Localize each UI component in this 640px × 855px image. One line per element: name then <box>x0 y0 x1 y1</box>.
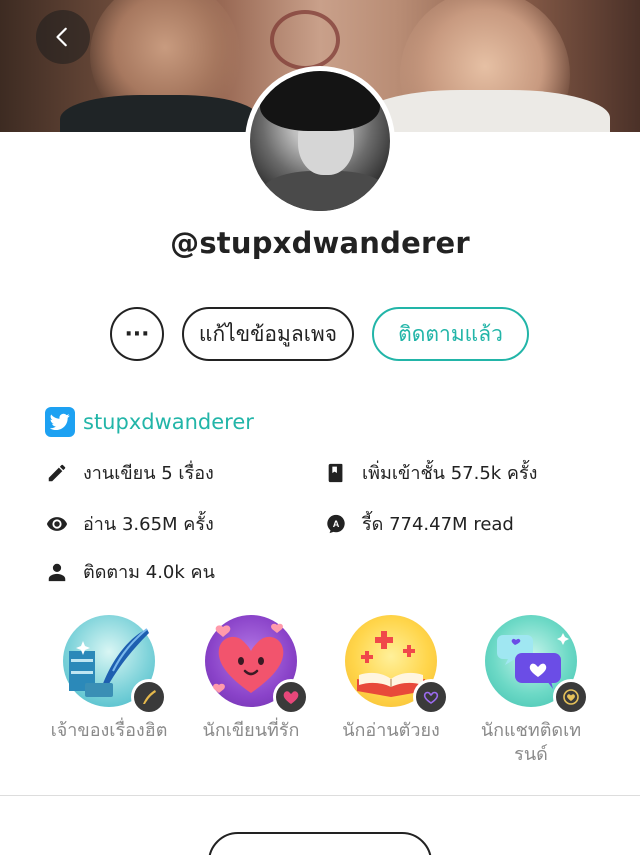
badge-label: นักเขียนที่รัก <box>202 720 300 741</box>
more-icon: ··· <box>124 321 150 347</box>
badge-trending-chatter[interactable]: นักแชทติดเทรนด์ <box>466 615 596 767</box>
chat-icon <box>485 615 589 715</box>
section-divider <box>0 795 640 796</box>
badge-beloved-writer[interactable]: นักเขียนที่รัก <box>186 615 316 743</box>
stat-reads: A รี้ด 774.47M read <box>324 509 514 538</box>
read-badge-icon: A <box>324 512 348 536</box>
stat-library-text: เพิ่มเข้าชั้น 57.5k ครั้ง <box>362 463 538 484</box>
pencil-icon <box>45 461 69 485</box>
edit-page-button[interactable]: แก้ไขข้อมูลเพจ <box>182 307 354 361</box>
book-icon <box>345 615 449 715</box>
bottom-action-button[interactable] <box>208 832 432 855</box>
stat-views: อ่าน 3.65M ครั้ง <box>45 509 214 538</box>
chevron-left-icon <box>56 27 67 47</box>
stat-views-text: อ่าน 3.65M ครั้ง <box>83 514 214 535</box>
quill-icon <box>63 615 167 715</box>
svg-text:A: A <box>333 519 340 529</box>
following-label: ติดตามแล้ว <box>398 321 503 346</box>
badge-label: เจ้าของเรื่องฮิต <box>50 720 168 741</box>
stat-followers: ติดตาม 4.0k คน <box>45 557 215 586</box>
book-icon <box>324 461 348 485</box>
more-button[interactable]: ··· <box>110 307 164 361</box>
badge-label: นักแชทติดเทรนด์ <box>480 720 582 765</box>
badge-hit-writer[interactable]: เจ้าของเรื่องฮิต <box>44 615 174 743</box>
stat-works: งานเขียน 5 เรื่อง <box>45 458 214 487</box>
stat-followers-text: ติดตาม 4.0k คน <box>83 562 215 583</box>
back-button[interactable] <box>36 10 90 64</box>
badge-book-mini-icon <box>413 679 449 715</box>
eye-icon <box>45 512 69 536</box>
twitter-handle: stupxdwanderer <box>83 410 254 434</box>
badge-heart-mini-icon <box>273 679 309 715</box>
badge-avid-reader[interactable]: นักอ่านตัวยง <box>326 615 456 743</box>
profile-username: @stupxdwanderer <box>170 226 470 260</box>
badge-quill-mini-icon <box>131 679 167 715</box>
badge-label: นักอ่านตัวยง <box>342 720 440 741</box>
stat-library: เพิ่มเข้าชั้น 57.5k ครั้ง <box>324 458 537 487</box>
avatar <box>245 66 395 216</box>
twitter-link[interactable]: stupxdwanderer <box>45 407 254 437</box>
person-icon <box>45 560 69 584</box>
badge-chat-mini-icon <box>553 679 589 715</box>
twitter-icon <box>45 407 75 437</box>
heart-icon <box>205 615 309 715</box>
stat-reads-text: รี้ด 774.47M read <box>362 514 514 535</box>
edit-page-label: แก้ไขข้อมูลเพจ <box>198 321 338 346</box>
stat-works-text: งานเขียน 5 เรื่อง <box>83 463 214 484</box>
following-button[interactable]: ติดตามแล้ว <box>372 307 529 361</box>
